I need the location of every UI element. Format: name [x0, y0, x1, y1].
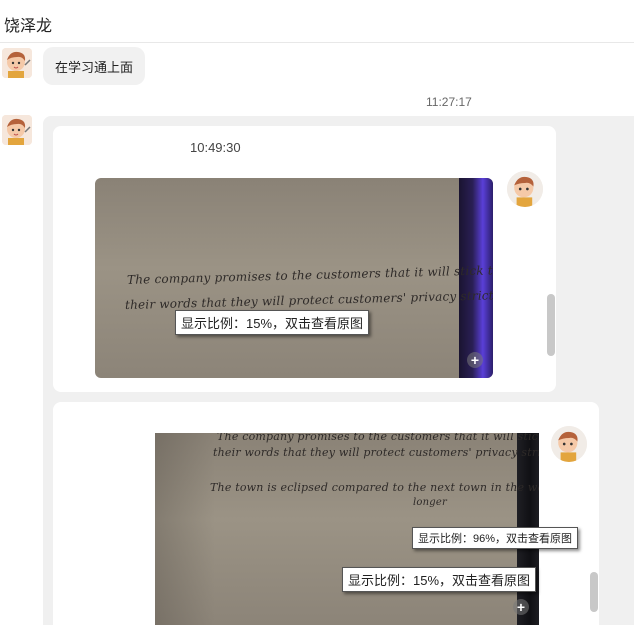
cartoon-avatar-icon	[2, 115, 32, 145]
contact-avatar[interactable]	[2, 115, 32, 145]
card-timestamp: 10:49:30	[190, 140, 241, 155]
sender-avatar[interactable]	[507, 171, 543, 207]
handwriting-line: longer	[413, 497, 447, 508]
message-bubble[interactable]: 在学习通上面	[43, 47, 146, 85]
sender-avatar[interactable]	[551, 426, 587, 462]
message-timestamp: 11:27:17	[426, 95, 472, 109]
cartoon-avatar-icon	[507, 171, 543, 207]
card-scrollbar[interactable]	[547, 294, 555, 356]
zoom-in-icon[interactable]: +	[513, 599, 529, 615]
zoom-ratio-label[interactable]: 显示比例：15%，双击查看原图	[342, 567, 537, 592]
chat-header: 饶泽龙	[0, 0, 634, 43]
contact-name: 饶泽龙	[4, 18, 53, 35]
chat-window: 饶泽龙 在学习通上面 11:27:17 10:49:30 The company…	[0, 0, 634, 625]
card-scrollbar[interactable]	[590, 572, 598, 612]
handwriting-line: The company promises to the customers th…	[126, 263, 493, 287]
handwriting-line: The company promises to the customers th…	[217, 433, 539, 443]
message-text: 在学习通上面	[55, 59, 134, 75]
cartoon-avatar-icon	[551, 426, 587, 462]
photo-shadow	[155, 433, 215, 625]
handwriting-line: their words that they will protect custo…	[124, 288, 493, 312]
zoom-ratio-label[interactable]: 显示比例：15%，双击查看原图	[175, 310, 370, 335]
zoom-in-icon[interactable]: +	[467, 352, 483, 368]
handwriting-line: their words that they will protect custo…	[213, 446, 539, 459]
zoom-ratio-label[interactable]: 显示比例：96%，双击查看原图	[412, 527, 579, 549]
contact-avatar[interactable]	[2, 48, 32, 78]
cartoon-avatar-icon	[2, 48, 32, 78]
handwriting-photo[interactable]: The company promises to the customers th…	[95, 178, 493, 378]
handwriting-line: The town is eclipsed compared to the nex…	[210, 481, 539, 494]
